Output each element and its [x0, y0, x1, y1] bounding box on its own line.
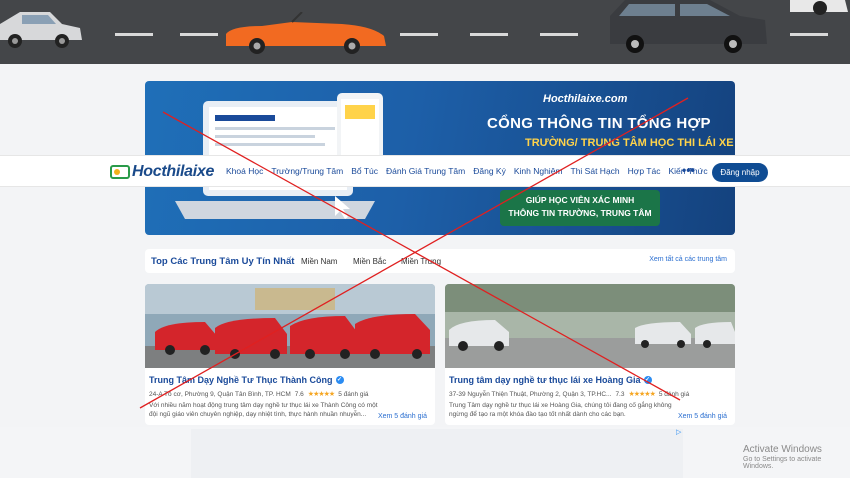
center-title-text: Trung tâm dạy nghề tư thục lái xe Hoàng …: [449, 375, 641, 385]
watermark-line1: Activate Windows: [743, 444, 822, 455]
center-card[interactable]: Trung Tâm Dạy Nghề Tư Thục Thành Công ✓ …: [145, 284, 435, 425]
ad-choices-icon[interactable]: ▷: [676, 428, 681, 436]
top-centers-tabs: Top Các Trung Tâm Uy Tín Nhất Miền Nam M…: [145, 249, 735, 273]
nav-item-danh-gia[interactable]: Đánh Giá Trung Tâm: [386, 166, 465, 176]
center-title-text: Trung Tâm Dạy Nghề Tư Thục Thành Công: [149, 375, 333, 385]
road-dash: [180, 33, 218, 36]
center-title[interactable]: Trung Tâm Dạy Nghề Tư Thục Thành Công ✓: [149, 375, 344, 385]
center-description: Với nhiều năm hoạt động trung tâm dạy ng…: [149, 402, 378, 418]
rating-stars-icon: ★★★★★: [307, 391, 335, 398]
nav-item-thi-sat-hach[interactable]: Thi Sát Hạch: [571, 166, 620, 176]
tab-mien-trung[interactable]: Miền Trung: [401, 257, 441, 266]
center-description: Trung Tâm dạy nghề tư thục lái xe Hoàng …: [449, 402, 672, 418]
center-rating: 7.3: [615, 390, 625, 398]
verified-badge-icon: ✓: [335, 376, 344, 384]
center-card[interactable]: Trung tâm dạy nghề tư thục lái xe Hoàng …: [445, 284, 735, 425]
section-title: Top Các Trung Tâm Uy Tín Nhất: [151, 256, 295, 267]
ad-banner[interactable]: [191, 429, 683, 478]
center-reviews: 5 đánh giá: [338, 390, 369, 398]
banner-title: CỔNG THÔNG TIN TỔNG HỢP: [487, 115, 711, 132]
nav-item-dang-ky[interactable]: Đăng Ký: [473, 166, 506, 176]
nav-item-truong-trung-tam[interactable]: Trường/Trung Tâm: [271, 166, 343, 176]
site-logo[interactable]: Hocthilaixe: [110, 162, 214, 182]
banner-brand: Hocthilaixe.com: [543, 93, 628, 105]
logo-car-icon: [110, 165, 130, 179]
center-title[interactable]: Trung tâm dạy nghề tư thục lái xe Hoàng …: [449, 375, 652, 385]
nav-item-khoa-hoc[interactable]: Khoá Học: [226, 166, 263, 176]
logo-text: Hocthilaixe: [132, 163, 215, 180]
activate-windows-watermark: Activate Windows Go to Settings to activ…: [743, 444, 850, 470]
login-button[interactable]: Đăng nhập: [712, 163, 768, 182]
center-photo-hoang-gia: [445, 284, 735, 368]
nav-menu: Khoá Học Trường/Trung Tâm Bổ Túc Đánh Gi…: [226, 166, 708, 176]
banner-badge: GIÚP HỌC VIÊN XÁC MINH THÔNG TIN TRƯỜNG,…: [500, 190, 660, 226]
center-address: 24-A Tô cơ, Phường 9, Quận Tân Bình, TP.…: [149, 390, 291, 398]
nav-item-bo-tuc[interactable]: Bổ Túc: [351, 166, 378, 176]
banner-subtitle: TRƯỜNG/ TRUNG TÂM HỌC THI LÁI XE: [525, 137, 734, 149]
center-photo-thanh-cong: [145, 284, 435, 368]
center-reviews: 5 đánh giá: [658, 390, 690, 398]
white-car-icon: [790, 0, 848, 15]
center-rating: 7.6: [294, 390, 304, 398]
screenshot: Hocthilaixe.com CỔNG THÔNG TIN TỔNG HỢP …: [0, 0, 850, 478]
tab-mien-nam[interactable]: Miền Nam: [301, 257, 337, 266]
road-dash: [540, 33, 578, 36]
road-dash: [470, 33, 508, 36]
view-reviews-link[interactable]: Xem 5 đánh giá: [678, 413, 727, 420]
banner-badge-line1: GIÚP HỌC VIÊN XÁC MINH: [525, 195, 635, 205]
view-reviews-link[interactable]: Xem 5 đánh giá: [378, 413, 427, 420]
road-dash: [115, 33, 153, 36]
more-menu-icon[interactable]: •••: [682, 163, 695, 177]
center-meta: 24-A Tô cơ, Phường 9, Quận Tân Bình, TP.…: [149, 390, 369, 399]
rating-stars-icon: ★★★★★: [628, 391, 655, 398]
view-all-link[interactable]: Xem tất cả các trung tâm: [649, 256, 727, 263]
road-dash: [790, 33, 828, 36]
banner-badge-line2: THÔNG TIN TRƯỜNG, TRUNG TÂM: [508, 208, 652, 218]
orange-convertible-icon: [226, 12, 386, 54]
center-address: 37-39 Nguyễn Thiện Thuật, Phường 2, Quận…: [449, 390, 612, 398]
road-dash: [400, 33, 438, 36]
nav-item-hop-tac[interactable]: Hợp Tác: [628, 166, 661, 176]
nav-item-kinh-nghiem[interactable]: Kinh Nghiệm: [514, 166, 563, 176]
verified-badge-icon: ✓: [643, 376, 652, 384]
dark-suv-icon: [610, 0, 767, 53]
watermark-line2: Go to Settings to activate Windows.: [743, 456, 822, 470]
header-road-strip: [0, 0, 850, 64]
top-navbar: Hocthilaixe Khoá Học Trường/Trung Tâm Bổ…: [0, 155, 850, 187]
tab-mien-bac[interactable]: Miền Bắc: [353, 257, 386, 266]
grey-car-icon: [0, 12, 82, 48]
center-meta: 37-39 Nguyễn Thiện Thuật, Phường 2, Quận…: [449, 390, 690, 399]
